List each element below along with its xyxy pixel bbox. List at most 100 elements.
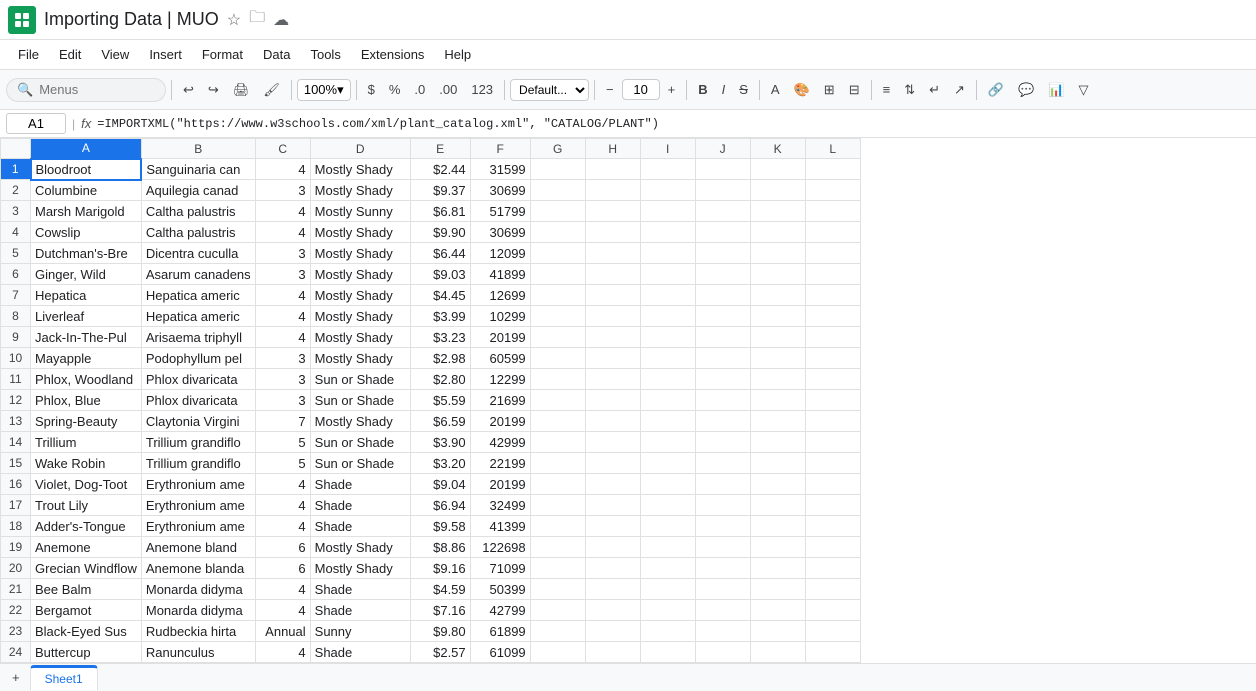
cell-j-9[interactable]: [695, 327, 750, 348]
cell-f-23[interactable]: 61899: [470, 621, 530, 642]
cell-g-14[interactable]: [530, 432, 585, 453]
cell-a-17[interactable]: Trout Lily: [31, 495, 142, 516]
cell-d-14[interactable]: Sun or Shade: [310, 432, 410, 453]
percent-button[interactable]: %: [383, 78, 407, 101]
cell-f-8[interactable]: 10299: [470, 306, 530, 327]
cell-f-14[interactable]: 42999: [470, 432, 530, 453]
cell-l-21[interactable]: [805, 579, 860, 600]
cell-k-12[interactable]: [750, 390, 805, 411]
cell-g-16[interactable]: [530, 474, 585, 495]
cell-j-20[interactable]: [695, 558, 750, 579]
cell-k-1[interactable]: [750, 159, 805, 180]
cell-l-19[interactable]: [805, 537, 860, 558]
cell-i-13[interactable]: [640, 411, 695, 432]
cell-b-12[interactable]: Phlox divaricata: [141, 390, 255, 411]
cell-e-16[interactable]: $9.04: [410, 474, 470, 495]
cell-h-21[interactable]: [585, 579, 640, 600]
col-header-l[interactable]: L: [805, 139, 860, 159]
cell-f-17[interactable]: 32499: [470, 495, 530, 516]
cell-c-15[interactable]: 5: [255, 453, 310, 474]
menus-search[interactable]: 🔍: [6, 78, 166, 102]
font-size-input[interactable]: [622, 79, 660, 100]
borders-button[interactable]: ⊞: [818, 78, 841, 102]
cell-d-8[interactable]: Mostly Shady: [310, 306, 410, 327]
cell-a-2[interactable]: Columbine: [31, 180, 142, 201]
cell-h-1[interactable]: [585, 159, 640, 180]
cell-i-5[interactable]: [640, 243, 695, 264]
cell-l-3[interactable]: [805, 201, 860, 222]
align-button[interactable]: ≡: [877, 78, 897, 101]
cell-f-20[interactable]: 71099: [470, 558, 530, 579]
col-header-f[interactable]: F: [470, 139, 530, 159]
cell-a-18[interactable]: Adder's-Tongue: [31, 516, 142, 537]
cell-a-1[interactable]: Bloodroot: [31, 159, 142, 180]
cell-l-12[interactable]: [805, 390, 860, 411]
cell-g-8[interactable]: [530, 306, 585, 327]
cell-f-22[interactable]: 42799: [470, 600, 530, 621]
cell-g-6[interactable]: [530, 264, 585, 285]
cell-g-22[interactable]: [530, 600, 585, 621]
cell-l-7[interactable]: [805, 285, 860, 306]
cell-j-11[interactable]: [695, 369, 750, 390]
cell-i-2[interactable]: [640, 180, 695, 201]
cell-l-17[interactable]: [805, 495, 860, 516]
cell-e-20[interactable]: $9.16: [410, 558, 470, 579]
cell-e-19[interactable]: $8.86: [410, 537, 470, 558]
cell-j-8[interactable]: [695, 306, 750, 327]
cell-i-24[interactable]: [640, 642, 695, 663]
cell-e-14[interactable]: $3.90: [410, 432, 470, 453]
cell-l-2[interactable]: [805, 180, 860, 201]
cell-e-12[interactable]: $5.59: [410, 390, 470, 411]
cell-b-3[interactable]: Caltha palustris: [141, 201, 255, 222]
menu-tools[interactable]: Tools: [300, 43, 350, 66]
cell-h-19[interactable]: [585, 537, 640, 558]
cell-a-15[interactable]: Wake Robin: [31, 453, 142, 474]
cell-b-24[interactable]: Ranunculus: [141, 642, 255, 663]
cell-k-11[interactable]: [750, 369, 805, 390]
cell-b-7[interactable]: Hepatica americ: [141, 285, 255, 306]
cell-c-21[interactable]: 4: [255, 579, 310, 600]
menu-data[interactable]: Data: [253, 43, 300, 66]
cell-b-21[interactable]: Monarda didyma: [141, 579, 255, 600]
cell-d-2[interactable]: Mostly Shady: [310, 180, 410, 201]
cell-c-3[interactable]: 4: [255, 201, 310, 222]
cell-d-20[interactable]: Mostly Shady: [310, 558, 410, 579]
cell-d-4[interactable]: Mostly Shady: [310, 222, 410, 243]
cell-f-19[interactable]: 122698: [470, 537, 530, 558]
cell-i-6[interactable]: [640, 264, 695, 285]
cell-d-18[interactable]: Shade: [310, 516, 410, 537]
cell-g-1[interactable]: [530, 159, 585, 180]
undo-button[interactable]: ↩: [177, 78, 200, 102]
cell-b-2[interactable]: Aquilegia canad: [141, 180, 255, 201]
cell-f-9[interactable]: 20199: [470, 327, 530, 348]
cell-a-8[interactable]: Liverleaf: [31, 306, 142, 327]
cell-g-10[interactable]: [530, 348, 585, 369]
cell-l-10[interactable]: [805, 348, 860, 369]
cell-c-23[interactable]: Annual: [255, 621, 310, 642]
decimal-more-button[interactable]: .00: [433, 78, 463, 101]
cell-c-7[interactable]: 4: [255, 285, 310, 306]
col-header-e[interactable]: E: [410, 139, 470, 159]
cell-g-17[interactable]: [530, 495, 585, 516]
cell-k-10[interactable]: [750, 348, 805, 369]
cell-f-24[interactable]: 61099: [470, 642, 530, 663]
cell-f-5[interactable]: 12099: [470, 243, 530, 264]
cell-f-13[interactable]: 20199: [470, 411, 530, 432]
cell-a-3[interactable]: Marsh Marigold: [31, 201, 142, 222]
folder-icon[interactable]: 🗀: [249, 6, 265, 33]
strikethrough-button[interactable]: S: [733, 78, 754, 101]
cell-l-4[interactable]: [805, 222, 860, 243]
cell-b-6[interactable]: Asarum canadens: [141, 264, 255, 285]
cell-h-4[interactable]: [585, 222, 640, 243]
cell-i-18[interactable]: [640, 516, 695, 537]
cell-e-4[interactable]: $9.90: [410, 222, 470, 243]
cell-i-1[interactable]: [640, 159, 695, 180]
cell-i-8[interactable]: [640, 306, 695, 327]
cell-d-7[interactable]: Mostly Shady: [310, 285, 410, 306]
cell-c-10[interactable]: 3: [255, 348, 310, 369]
cell-b-18[interactable]: Erythronium ame: [141, 516, 255, 537]
cell-h-9[interactable]: [585, 327, 640, 348]
cell-d-13[interactable]: Mostly Shady: [310, 411, 410, 432]
font-size-increase[interactable]: +: [662, 78, 682, 101]
cell-k-14[interactable]: [750, 432, 805, 453]
